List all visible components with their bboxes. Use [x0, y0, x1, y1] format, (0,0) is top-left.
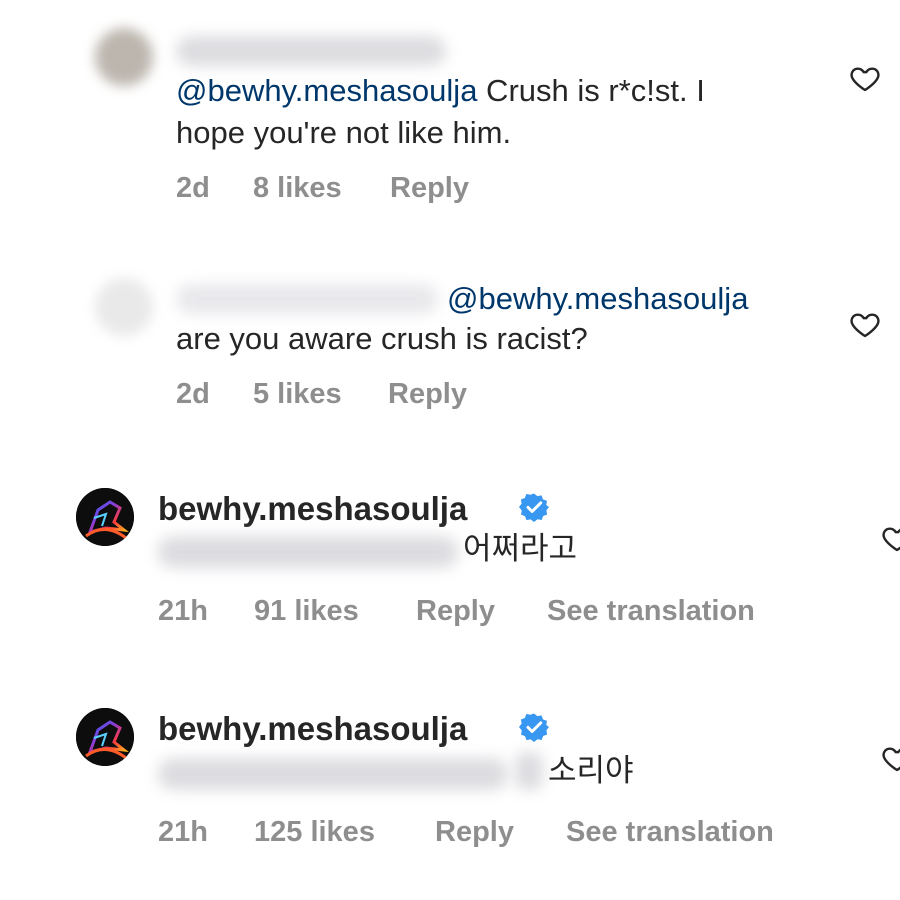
likes-count[interactable]: 8 likes — [253, 172, 342, 205]
comment-body: 어쩌라고 — [463, 531, 578, 566]
redacted-text — [515, 752, 543, 790]
redacted-mention — [158, 536, 458, 568]
likes-count[interactable]: 5 likes — [253, 378, 342, 411]
heart-outline-icon[interactable] — [880, 742, 900, 774]
comment-body: are you aware crush is racist? — [176, 321, 588, 356]
comment-3: bewhy.meshasoulja 어쩌라고 21h 91 likes Repl… — [0, 470, 900, 660]
timestamp: 21h — [158, 595, 208, 627]
avatar-image — [76, 708, 134, 766]
comment-meta: 2d 8 likes Reply — [0, 172, 900, 208]
comment-1: @bewhy.meshasoulja Crush is r*c!st. I ho… — [0, 0, 900, 230]
mention-link[interactable]: @bewhy.meshasoulja — [447, 278, 748, 320]
redacted-mention — [158, 758, 508, 790]
timestamp: 21h — [158, 816, 208, 848]
username-link[interactable]: bewhy.meshasoulja — [158, 710, 467, 748]
commenter-avatar[interactable] — [95, 28, 153, 86]
reply-button[interactable]: Reply — [390, 172, 469, 205]
username-link[interactable]: bewhy.meshasoulja — [158, 490, 467, 528]
comment-text: @bewhy.meshasoulja Crush is r*c!st. I ho… — [176, 70, 816, 154]
see-translation-button[interactable]: See translation — [547, 595, 755, 628]
user-avatar[interactable] — [76, 488, 134, 546]
comment-meta: 2d 5 likes Reply — [0, 378, 900, 414]
heart-outline-icon[interactable] — [880, 522, 900, 554]
comment-2: @bewhy.meshasoulja are you aware crush i… — [0, 240, 900, 440]
mention-link[interactable]: @bewhy.meshasoulja — [176, 73, 477, 108]
timestamp: 2d — [176, 378, 210, 410]
verified-badge-icon — [519, 493, 549, 522]
user-avatar[interactable] — [76, 708, 134, 766]
reply-button[interactable]: Reply — [435, 816, 514, 849]
reply-button[interactable]: Reply — [388, 378, 467, 411]
comment-meta: 21h 91 likes Reply See translation — [0, 595, 900, 631]
heart-outline-icon[interactable] — [848, 308, 882, 340]
verified-badge-icon — [519, 713, 549, 742]
see-translation-button[interactable]: See translation — [566, 816, 774, 849]
comment-meta: 21h 125 likes Reply See translation — [0, 816, 900, 852]
redacted-username — [176, 36, 446, 66]
commenter-avatar[interactable] — [95, 278, 153, 336]
likes-count[interactable]: 91 likes — [254, 595, 359, 628]
reply-button[interactable]: Reply — [416, 595, 495, 628]
heart-outline-icon[interactable] — [848, 62, 882, 94]
avatar-image — [76, 488, 134, 546]
redacted-username — [176, 284, 438, 314]
comment-body-line2: hope you're not like him. — [176, 115, 512, 150]
timestamp: 2d — [176, 172, 210, 204]
likes-count[interactable]: 125 likes — [254, 816, 375, 849]
comment-body: 소리야 — [548, 753, 634, 788]
comment-body-line1: Crush is r*c!st. I — [477, 73, 705, 108]
comment-4: bewhy.meshasoulja 소리야 21h 125 likes Repl… — [0, 690, 900, 890]
